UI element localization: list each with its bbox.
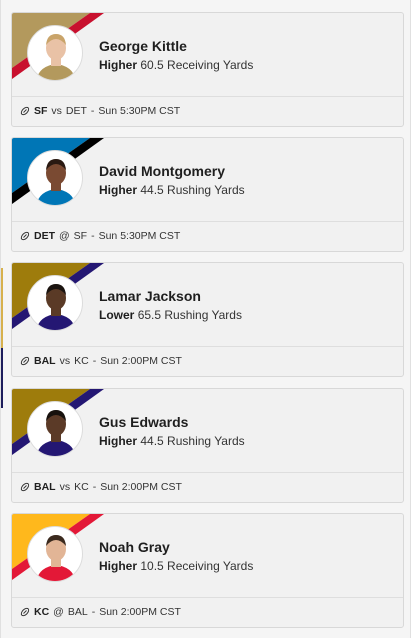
opponent-team: KC bbox=[74, 481, 89, 493]
opponent-team: KC bbox=[74, 355, 89, 367]
game-info: SF vs DET - Sun 5:30PM CST bbox=[20, 105, 180, 117]
card-divider bbox=[12, 96, 403, 97]
matchup-connector: vs bbox=[59, 481, 71, 493]
player-team: DET bbox=[34, 230, 55, 242]
player-avatar bbox=[27, 401, 83, 457]
picks-panel: George Kittle Higher 60.5 Receiving Yards… bbox=[0, 0, 411, 638]
stat-line: 44.5 Rushing Yards bbox=[140, 434, 245, 448]
football-icon bbox=[20, 356, 30, 366]
stat-line: 10.5 Receiving Yards bbox=[140, 559, 254, 573]
card-divider bbox=[12, 346, 403, 347]
opponent-team: BAL bbox=[67, 606, 88, 618]
card-divider bbox=[12, 472, 403, 473]
pick-card[interactable]: Lamar Jackson Lower 65.5 Rushing Yards BAL… bbox=[11, 262, 404, 377]
game-time: Sun 2:00PM CST bbox=[99, 606, 181, 618]
pick-line: Higher 44.5 Rushing Yards bbox=[99, 183, 245, 197]
player-name: David Montgomery bbox=[99, 163, 226, 179]
pick-line: Lower 65.5 Rushing Yards bbox=[99, 308, 242, 322]
matchup-connector: vs bbox=[59, 355, 71, 367]
pick-line: Higher 10.5 Receiving Yards bbox=[99, 559, 253, 573]
player-headshot-icon bbox=[36, 34, 76, 80]
game-info: DET @ SF - Sun 5:30PM CST bbox=[20, 230, 180, 242]
game-time: Sun 2:00PM CST bbox=[100, 481, 182, 493]
separator: - bbox=[92, 355, 97, 367]
pick-direction: Lower bbox=[99, 308, 135, 322]
panel-edge-accent bbox=[1, 268, 3, 348]
opponent-team: SF bbox=[73, 230, 88, 242]
game-time: Sun 5:30PM CST bbox=[98, 230, 181, 242]
stat-line: 44.5 Rushing Yards bbox=[140, 183, 245, 197]
stat-line: 60.5 Receiving Yards bbox=[140, 58, 254, 72]
stat-line: 65.5 Rushing Yards bbox=[137, 308, 242, 322]
player-name: George Kittle bbox=[99, 38, 187, 54]
matchup-connector: vs bbox=[51, 105, 62, 117]
matchup-connector: @ bbox=[53, 606, 64, 618]
player-headshot-icon bbox=[36, 410, 76, 456]
football-icon bbox=[20, 231, 30, 241]
separator: - bbox=[90, 105, 95, 117]
player-team: SF bbox=[34, 105, 48, 117]
player-team: BAL bbox=[34, 481, 56, 493]
opponent-team: DET bbox=[65, 105, 87, 117]
player-headshot-icon bbox=[36, 535, 76, 581]
player-headshot-icon bbox=[36, 284, 76, 330]
player-team: KC bbox=[34, 606, 50, 618]
player-headshot-icon bbox=[36, 159, 76, 205]
player-avatar bbox=[27, 25, 83, 81]
football-icon bbox=[20, 106, 30, 116]
pick-card[interactable]: Gus Edwards Higher 44.5 Rushing Yards BAL v… bbox=[11, 388, 404, 503]
game-time: Sun 5:30PM CST bbox=[98, 105, 181, 117]
pick-card[interactable]: Noah Gray Higher 10.5 Receiving Yards KC @ B… bbox=[11, 513, 404, 628]
player-name: Lamar Jackson bbox=[99, 288, 201, 304]
pick-card[interactable]: David Montgomery Higher 44.5 Rushing Yard… bbox=[11, 137, 404, 252]
matchup-connector: @ bbox=[59, 230, 70, 242]
card-divider bbox=[12, 221, 403, 222]
pick-direction: Higher bbox=[99, 434, 138, 448]
panel-edge-accent bbox=[1, 348, 3, 408]
pick-direction: Higher bbox=[99, 58, 138, 72]
player-name: Gus Edwards bbox=[99, 414, 189, 430]
game-info: BAL vs KC - Sun 2:00PM CST bbox=[20, 355, 182, 367]
football-icon bbox=[20, 482, 30, 492]
game-time: Sun 2:00PM CST bbox=[100, 355, 182, 367]
football-icon bbox=[20, 607, 30, 617]
game-info: BAL vs KC - Sun 2:00PM CST bbox=[20, 481, 182, 493]
card-divider bbox=[12, 597, 403, 598]
game-info: KC @ BAL - Sun 2:00PM CST bbox=[20, 606, 181, 618]
player-name: Noah Gray bbox=[99, 539, 170, 555]
pick-card[interactable]: George Kittle Higher 60.5 Receiving Yards… bbox=[11, 12, 404, 127]
player-avatar bbox=[27, 526, 83, 582]
pick-line: Higher 60.5 Receiving Yards bbox=[99, 58, 253, 72]
separator: - bbox=[91, 606, 96, 618]
pick-line: Higher 44.5 Rushing Yards bbox=[99, 434, 245, 448]
separator: - bbox=[92, 481, 97, 493]
pick-direction: Higher bbox=[99, 559, 138, 573]
player-team: BAL bbox=[34, 355, 56, 367]
separator: - bbox=[91, 230, 95, 242]
player-avatar bbox=[27, 150, 83, 206]
player-avatar bbox=[27, 275, 83, 331]
pick-direction: Higher bbox=[99, 183, 138, 197]
